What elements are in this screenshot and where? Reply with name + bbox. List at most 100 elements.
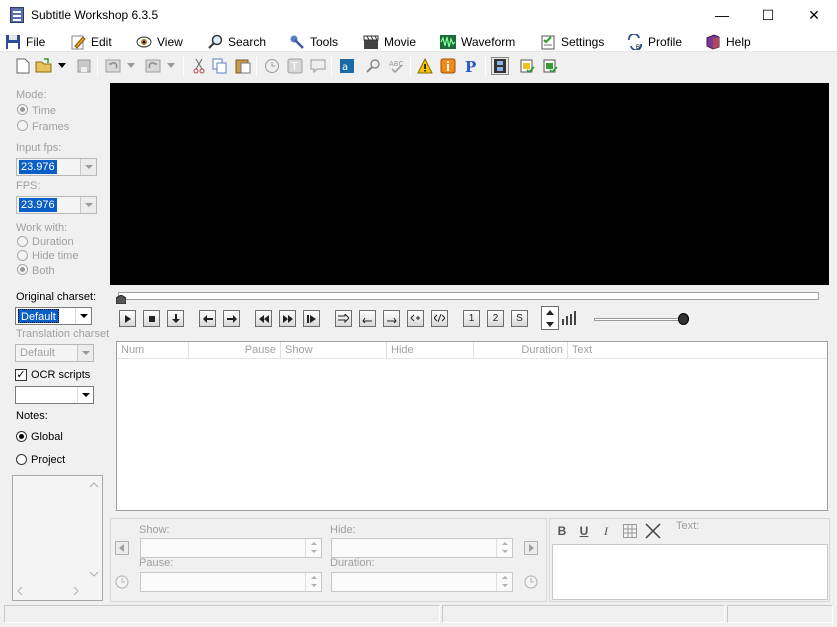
work-duration-radio[interactable] — [17, 236, 28, 247]
show-subtitle-2-button[interactable]: 2 — [487, 310, 504, 327]
mode-time-label: Time — [32, 105, 57, 117]
column-show[interactable]: Show — [281, 342, 387, 359]
pause-spinner[interactable] — [305, 573, 321, 591]
menu-tools[interactable]: Tools — [289, 33, 338, 51]
video-preview-button[interactable] — [491, 57, 509, 75]
add-subtitle-button[interactable] — [407, 310, 424, 327]
next-frame-button[interactable] — [303, 310, 320, 327]
clock-icon[interactable] — [524, 575, 538, 589]
work-both-radio[interactable] — [17, 264, 28, 275]
remove-tags-button[interactable] — [645, 523, 661, 539]
notes-textarea[interactable] — [12, 475, 103, 601]
show-subtitle-s-button[interactable]: S — [511, 310, 528, 327]
undo-dropdown-button[interactable] — [125, 57, 137, 75]
show-time-field[interactable] — [140, 538, 322, 558]
menu-settings[interactable]: Settings — [540, 33, 604, 51]
mode-time-radio[interactable] — [17, 104, 28, 115]
notes-project-radio[interactable] — [16, 454, 27, 465]
ocr-scripts-combo[interactable] — [15, 386, 94, 404]
redo-button[interactable] — [144, 57, 162, 75]
menu-waveform[interactable]: Waveform — [440, 33, 515, 51]
underline-button[interactable]: U — [576, 523, 592, 539]
translation-charset-combo[interactable]: Default — [15, 344, 94, 362]
minimize-button[interactable]: — — [699, 0, 745, 30]
show-subtitle-1-button[interactable]: 1 — [463, 310, 480, 327]
volume-thumb[interactable] — [678, 313, 689, 325]
stop-button[interactable] — [143, 310, 160, 327]
menu-movie[interactable]: Movie — [363, 33, 416, 51]
previous-subtitle-icon[interactable] — [115, 541, 129, 555]
menu-file[interactable]: File — [5, 33, 45, 51]
seek-thumb[interactable] — [116, 295, 126, 304]
column-text[interactable]: Text — [568, 342, 827, 359]
forward-button[interactable] — [223, 310, 240, 327]
info-button[interactable] — [439, 57, 457, 75]
subtitle-text-area[interactable] — [552, 544, 828, 600]
italic-button[interactable]: I — [598, 523, 614, 539]
column-duration[interactable]: Duration — [474, 342, 568, 359]
video-preview[interactable] — [110, 83, 829, 285]
menu-edit[interactable]: Edit — [70, 33, 112, 51]
pause-button[interactable] — [167, 310, 184, 327]
bold-button[interactable]: B — [554, 523, 570, 539]
menu-help[interactable]: Help — [705, 33, 751, 51]
pascal-script-button[interactable]: P — [462, 57, 480, 75]
hide-time-spinner[interactable] — [496, 539, 512, 557]
menu-search[interactable]: Search — [207, 33, 266, 51]
rewind-button[interactable] — [255, 310, 272, 327]
play-button[interactable] — [119, 310, 136, 327]
hide-time-field[interactable] — [331, 538, 513, 558]
open-file-button[interactable] — [35, 57, 53, 75]
translate-button[interactable]: a — [338, 57, 356, 75]
next-subtitle-icon[interactable] — [524, 541, 538, 555]
show-time-spinner[interactable] — [305, 539, 321, 557]
color-button[interactable] — [622, 523, 638, 539]
text-button[interactable]: T — [286, 57, 304, 75]
ocr-scripts-checkbox[interactable]: ✓ — [15, 369, 27, 381]
warning-button[interactable] — [416, 57, 434, 75]
clock-icon[interactable] — [115, 575, 129, 589]
copy-button[interactable] — [211, 57, 229, 75]
column-num[interactable]: Num — [117, 342, 189, 359]
column-pause[interactable]: Pause — [189, 342, 281, 359]
notes-global-radio[interactable] — [16, 431, 27, 442]
timing-button[interactable] — [263, 57, 281, 75]
original-charset-combo[interactable]: Default — [15, 307, 92, 325]
open-dropdown-button[interactable] — [56, 57, 68, 75]
mode-frames-radio[interactable] — [17, 120, 28, 131]
subtitle-list[interactable] — [116, 341, 828, 511]
duration-field[interactable] — [331, 572, 513, 592]
start-subtitle-button[interactable] — [383, 310, 400, 327]
end-subtitle-button[interactable] — [431, 310, 448, 327]
mode-translation-button[interactable] — [541, 57, 559, 75]
floppy-icon — [6, 35, 20, 49]
maximize-button[interactable]: ☐ — [745, 0, 791, 30]
close-button[interactable]: ✕ — [791, 0, 837, 30]
redo-dropdown-button[interactable] — [165, 57, 177, 75]
back-button[interactable] — [199, 310, 216, 327]
notes-scrollbar[interactable] — [86, 476, 102, 600]
new-file-button[interactable] — [14, 57, 32, 75]
menu-view[interactable]: View — [136, 33, 183, 51]
duration-spinner[interactable] — [496, 573, 512, 591]
seek-bar[interactable] — [118, 292, 819, 300]
cut-button[interactable] — [190, 57, 208, 75]
undo-button[interactable] — [104, 57, 122, 75]
find-button[interactable] — [364, 57, 382, 75]
work-hide-time-radio[interactable] — [17, 250, 28, 261]
menu-profile[interactable]: B Profile — [627, 33, 682, 51]
spellcheck-button[interactable]: ABC — [387, 57, 405, 75]
set-hide-button[interactable] — [359, 310, 376, 327]
fast-forward-button[interactable] — [279, 310, 296, 327]
fps-combo[interactable]: 23.976 — [16, 196, 97, 214]
comment-button[interactable] — [309, 57, 327, 75]
column-hide[interactable]: Hide — [387, 342, 474, 359]
set-show-button[interactable] — [335, 310, 352, 327]
rate-spinner[interactable] — [541, 306, 559, 330]
volume-slider[interactable] — [594, 318, 682, 321]
input-fps-combo[interactable]: 23.976 — [16, 158, 97, 176]
mode-original-button[interactable] — [518, 57, 536, 75]
save-button[interactable] — [75, 57, 93, 75]
pause-field[interactable] — [140, 572, 322, 592]
paste-button[interactable] — [234, 57, 252, 75]
